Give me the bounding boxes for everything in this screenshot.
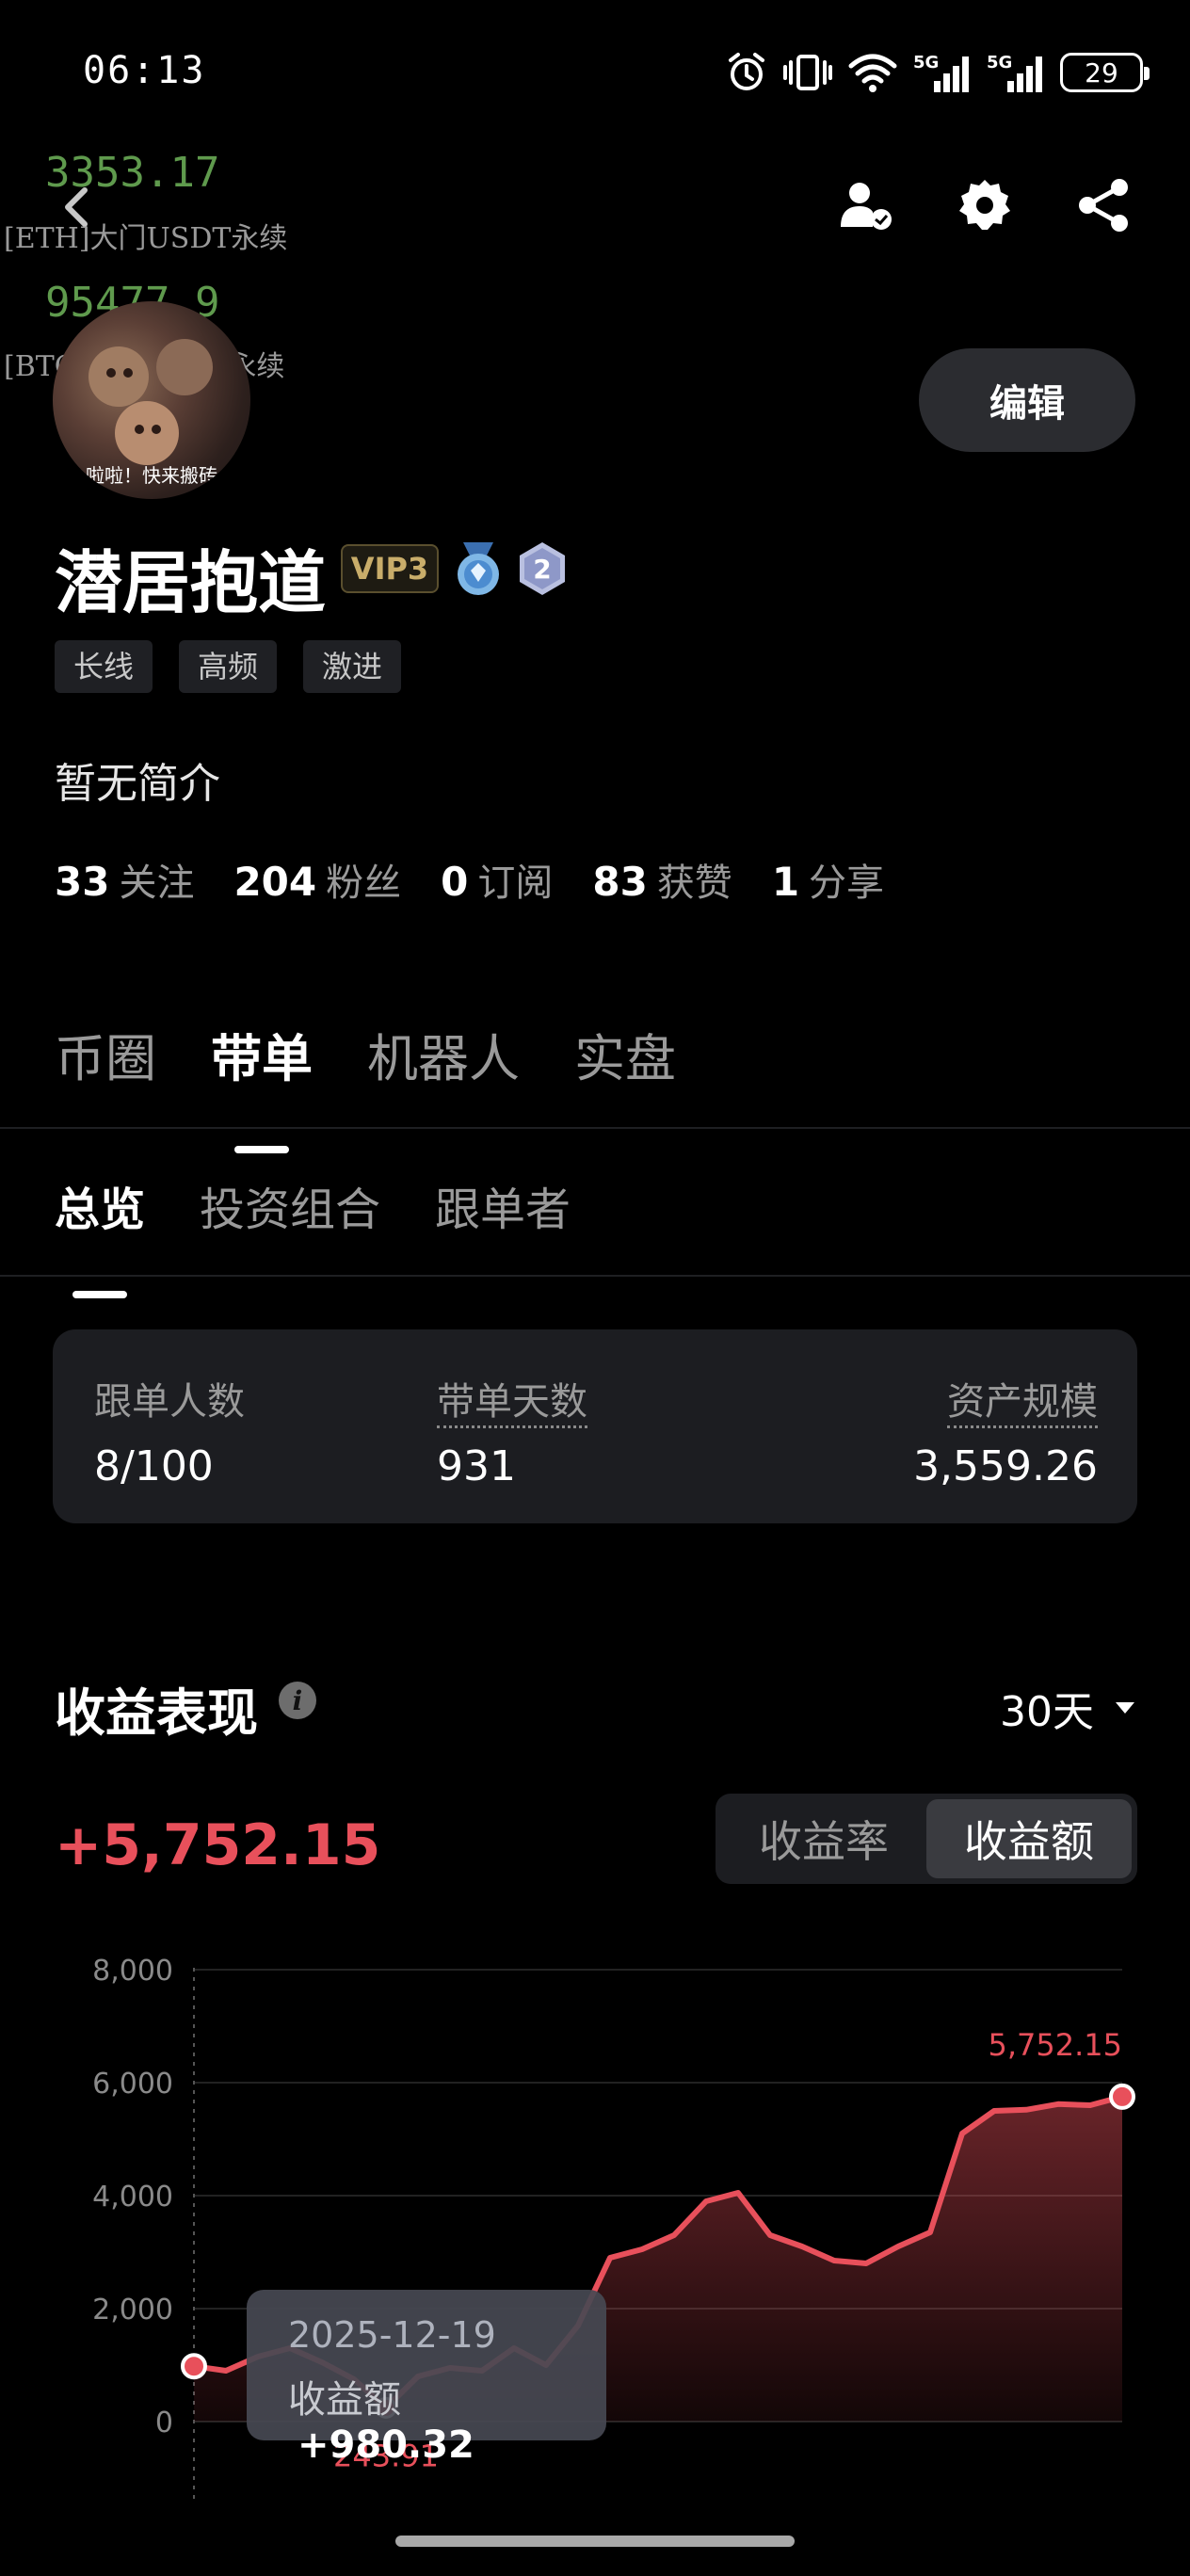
stat-num: 204: [233, 859, 317, 905]
tab-live[interactable]: 实盘: [574, 1017, 676, 1091]
stat-following[interactable]: 33 关注: [55, 852, 194, 907]
username: 潜居抱道: [55, 543, 327, 622]
stat-fans[interactable]: 204 粉丝: [233, 852, 401, 907]
edit-profile-button[interactable]: 编辑: [919, 348, 1135, 452]
stat-num: 33: [55, 859, 110, 905]
bio: 暂无简介: [55, 760, 220, 808]
summary-value: 931: [437, 1442, 516, 1490]
wifi-icon: [848, 54, 897, 92]
metric-toggle: 收益率 收益额: [716, 1794, 1137, 1884]
share-button[interactable]: [1073, 175, 1134, 235]
performance-title: 收益表现: [55, 1683, 258, 1743]
tag: 高频: [179, 640, 278, 693]
summary-label: 带单天数: [437, 1380, 587, 1428]
avatar[interactable]: 啦啦！快来搬砖: [53, 301, 250, 499]
tab-copy-trading[interactable]: 带单: [211, 1017, 313, 1091]
chart-tooltip: 2025-12-19 收益额+980.32: [247, 2290, 606, 2467]
status-time: 06:13: [83, 49, 206, 92]
summary-value: 3,559.26: [913, 1442, 1098, 1490]
svg-text:5G: 5G: [987, 53, 1012, 72]
tag: 长线: [55, 640, 153, 693]
status-icons: 5G 5G 29: [725, 49, 1150, 96]
summary-followers: 跟单人数 8/100: [94, 1371, 245, 1490]
sub-tabs: 总览 投资组合 跟单者: [55, 1172, 571, 1238]
stat-shares[interactable]: 1 分享: [772, 852, 884, 907]
tooltip-row: 收益额+980.32: [288, 2369, 565, 2467]
main-tabs: 币圈 带单 机器人 实盘: [55, 1017, 676, 1091]
share-icon: [1079, 179, 1128, 232]
signal-5g-icon: 5G: [987, 53, 1042, 92]
summary-days[interactable]: 带单天数 931: [437, 1371, 587, 1490]
y-tick-label: 2,000: [92, 2294, 173, 2326]
ticker-price-eth: 3353.17: [45, 149, 220, 197]
follow-user-button[interactable]: [836, 175, 896, 235]
alarm-icon: [729, 53, 764, 90]
gear-icon: [959, 180, 1010, 230]
stat-label: 获赞: [656, 861, 732, 905]
y-tick-label: 4,000: [92, 2181, 173, 2214]
tab-overview[interactable]: 总览: [55, 1172, 145, 1238]
info-icon[interactable]: i: [279, 1682, 316, 1719]
settings-button[interactable]: [955, 175, 1015, 235]
y-tick-label: 8,000: [92, 1955, 173, 1988]
home-indicator[interactable]: [395, 2536, 795, 2547]
period-select[interactable]: 30天: [1000, 1678, 1135, 1738]
summary-aum[interactable]: 资产规模 3,559.26: [913, 1371, 1098, 1490]
stat-num: 1: [771, 859, 800, 905]
tag: 激进: [303, 640, 402, 693]
tooltip-value: +980.32: [298, 2423, 474, 2467]
profile-stats: 33 关注 204 粉丝 0 订阅 83 获赞 1 分享: [55, 852, 884, 907]
divider: [0, 1127, 1190, 1129]
toggle-return-rate[interactable]: 收益率: [721, 1799, 926, 1878]
tab-followers[interactable]: 跟单者: [435, 1172, 571, 1238]
summary-label: 资产规模: [947, 1380, 1098, 1428]
summary-label: 跟单人数: [94, 1380, 245, 1424]
divider: [0, 1275, 1190, 1277]
vip-badge: VIP3: [341, 544, 439, 593]
data-point: [1109, 2083, 1135, 2110]
y-tick-label: 0: [155, 2407, 173, 2439]
max-value-label: 5,752.15: [989, 2027, 1123, 2063]
stat-num: 83: [592, 859, 648, 905]
tooltip-date: 2025-12-19: [288, 2314, 496, 2356]
tab-portfolio[interactable]: 投资组合: [200, 1172, 380, 1238]
summary-value: 8/100: [94, 1442, 214, 1490]
avatar-caption: 啦啦！快来搬砖: [86, 464, 217, 487]
stat-label: 分享: [809, 861, 885, 905]
user-check-icon: [841, 183, 892, 230]
period-value: 30天: [1000, 1688, 1094, 1736]
total-profit: +5,752.15: [55, 1812, 381, 1878]
level-badge: 2: [516, 540, 569, 601]
tab-crypto[interactable]: 币圈: [55, 1017, 156, 1091]
stat-subscriptions[interactable]: 0 订阅: [441, 852, 553, 907]
summary-card: 跟单人数 8/100 带单天数 931 资产规模 3,559.26: [53, 1329, 1137, 1523]
stat-likes[interactable]: 83 获赞: [592, 852, 732, 907]
ticker-label-eth: [ETH]大门USDT永续: [4, 222, 288, 255]
tag-list: 长线 高频 激进: [55, 640, 402, 693]
battery-level: 29: [1085, 56, 1118, 89]
y-tick-label: 6,000: [92, 2068, 173, 2101]
data-point: [181, 2353, 207, 2380]
vibrate-icon: [783, 55, 832, 90]
stat-label: 关注: [119, 861, 195, 905]
toggle-return-amount[interactable]: 收益额: [926, 1799, 1132, 1878]
battery-indicator: 29: [1060, 53, 1150, 92]
svg-text:2: 2: [533, 554, 551, 585]
stat-label: 订阅: [477, 861, 554, 905]
tooltip-label: 收益额: [288, 2378, 401, 2422]
caret-down-icon: [1116, 1702, 1134, 1714]
stat-label: 粉丝: [326, 861, 402, 905]
signal-5g-icon: 5G: [913, 53, 969, 92]
stat-num: 0: [441, 859, 469, 905]
tab-bots[interactable]: 机器人: [367, 1017, 520, 1091]
medal-icon: [450, 539, 507, 603]
svg-text:5G: 5G: [913, 53, 939, 72]
